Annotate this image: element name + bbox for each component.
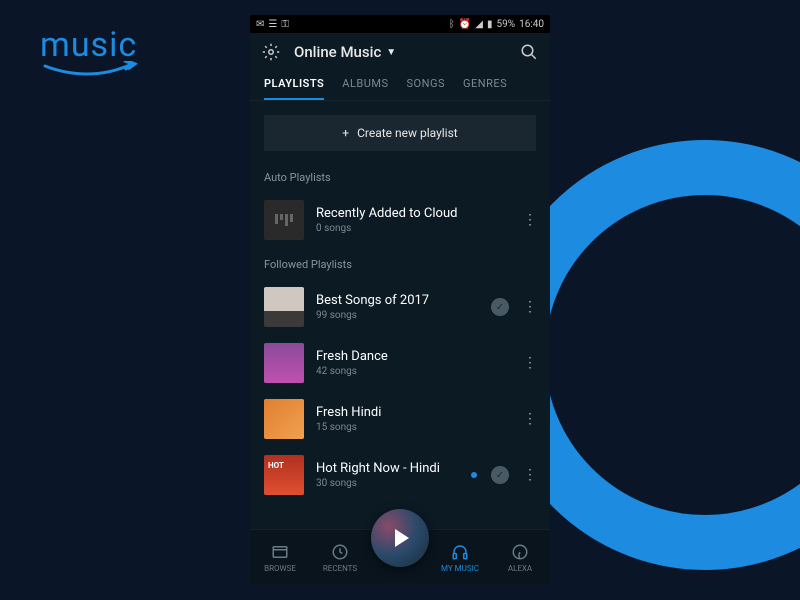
- more-icon[interactable]: ⋮: [523, 212, 536, 228]
- downloaded-check-icon[interactable]: ✓: [491, 298, 509, 316]
- playlist-text: Best Songs of 2017 99 songs: [316, 293, 479, 321]
- playlist-subtitle: 30 songs: [316, 478, 459, 489]
- alarm-icon: ⏰: [459, 19, 471, 30]
- key-icon: ⚿: [281, 19, 289, 30]
- phone-frame: ✉ ☰ ⚿ ᛒ ⏰ ◢ ▮ 59% 16:40 Online Music ▼ P…: [250, 15, 550, 585]
- source-dropdown[interactable]: Online Music ▼: [294, 43, 506, 61]
- nav-label: BROWSE: [264, 564, 296, 573]
- section-followed-label: Followed Playlists: [250, 248, 550, 279]
- nav-alexa[interactable]: ALEXA: [495, 543, 545, 573]
- playlist-row[interactable]: Recently Added to Cloud 0 songs ⋮: [250, 192, 550, 248]
- plus-icon: +: [342, 126, 349, 140]
- playlist-art-placeholder: [264, 200, 304, 240]
- playlist-subtitle: 15 songs: [316, 422, 511, 433]
- tab-genres[interactable]: GENRES: [463, 71, 507, 100]
- playlist-art: [264, 287, 304, 327]
- logo-text: music: [40, 25, 140, 65]
- playlist-text: Recently Added to Cloud 0 songs: [316, 206, 511, 234]
- playlist-art: [264, 455, 304, 495]
- search-icon[interactable]: [520, 43, 538, 61]
- source-title: Online Music: [294, 43, 381, 61]
- amazon-music-logo: music: [40, 25, 140, 85]
- category-tabs: PLAYLISTS ALBUMS SONGS GENRES: [250, 71, 550, 101]
- nav-label: ALEXA: [508, 564, 532, 573]
- downloaded-check-icon[interactable]: ✓: [491, 466, 509, 484]
- playlist-subtitle: 0 songs: [316, 223, 511, 234]
- recents-icon: [331, 543, 349, 561]
- playlist-title: Recently Added to Cloud: [316, 206, 511, 221]
- time-text: 16:40: [519, 19, 544, 30]
- section-auto-label: Auto Playlists: [250, 161, 550, 192]
- logo-swoosh-icon: [40, 61, 140, 81]
- create-playlist-button[interactable]: + Create new playlist: [264, 115, 536, 151]
- nav-my-music[interactable]: MY MUSIC: [435, 543, 485, 573]
- bluetooth-icon: ᛒ: [449, 19, 455, 30]
- playlist-art: [264, 399, 304, 439]
- playlist-title: Fresh Dance: [316, 349, 511, 364]
- playlist-subtitle: 42 songs: [316, 366, 511, 377]
- playlist-row[interactable]: Best Songs of 2017 99 songs ✓ ⋮: [250, 279, 550, 335]
- status-left-icons: ✉ ☰ ⚿: [256, 19, 289, 30]
- create-playlist-label: Create new playlist: [357, 126, 458, 140]
- alexa-icon: [511, 543, 529, 561]
- playlist-text: Fresh Dance 42 songs: [316, 349, 511, 377]
- more-icon[interactable]: ⋮: [523, 355, 536, 371]
- headphones-icon: [451, 543, 469, 561]
- app-header: Online Music ▼: [250, 33, 550, 71]
- now-playing-button[interactable]: [371, 509, 429, 567]
- playlist-title: Best Songs of 2017: [316, 293, 479, 308]
- caret-down-icon: ▼: [386, 47, 396, 58]
- wifi-icon: ◢: [475, 19, 483, 30]
- new-indicator-dot: [471, 472, 477, 478]
- notification-icon: ✉: [256, 19, 264, 30]
- equalizer-icon: [275, 214, 293, 226]
- tab-playlists[interactable]: PLAYLISTS: [264, 71, 324, 100]
- nav-browse[interactable]: BROWSE: [255, 543, 305, 573]
- more-icon[interactable]: ⋮: [523, 299, 536, 315]
- tab-albums[interactable]: ALBUMS: [342, 71, 388, 100]
- tab-songs[interactable]: SONGS: [407, 71, 445, 100]
- playlist-title: Fresh Hindi: [316, 405, 511, 420]
- playlist-text: Hot Right Now - Hindi 30 songs: [316, 461, 459, 489]
- playlist-subtitle: 99 songs: [316, 310, 479, 321]
- playlist-row[interactable]: Fresh Dance 42 songs ⋮: [250, 335, 550, 391]
- browse-icon: [271, 543, 289, 561]
- more-icon[interactable]: ⋮: [523, 411, 536, 427]
- playlist-text: Fresh Hindi 15 songs: [316, 405, 511, 433]
- nav-label: RECENTS: [323, 564, 357, 573]
- play-icon: [395, 529, 409, 547]
- playlist-row[interactable]: Fresh Hindi 15 songs ⋮: [250, 391, 550, 447]
- nav-label: MY MUSIC: [441, 564, 479, 573]
- playlist-art: [264, 343, 304, 383]
- notification-icon: ☰: [268, 19, 277, 30]
- more-icon[interactable]: ⋮: [523, 467, 536, 483]
- playlist-title: Hot Right Now - Hindi: [316, 461, 459, 476]
- bottom-nav: BROWSE RECENTS MY MUSIC ALEXA: [250, 529, 550, 585]
- playlist-row[interactable]: Hot Right Now - Hindi 30 songs ✓ ⋮: [250, 447, 550, 503]
- status-bar: ✉ ☰ ⚿ ᛒ ⏰ ◢ ▮ 59% 16:40: [250, 15, 550, 33]
- battery-text: 59%: [497, 19, 516, 30]
- signal-icon: ▮: [487, 19, 493, 30]
- settings-icon[interactable]: [262, 43, 280, 61]
- status-right-icons: ᛒ ⏰ ◢ ▮ 59% 16:40: [449, 19, 544, 30]
- nav-recents[interactable]: RECENTS: [315, 543, 365, 573]
